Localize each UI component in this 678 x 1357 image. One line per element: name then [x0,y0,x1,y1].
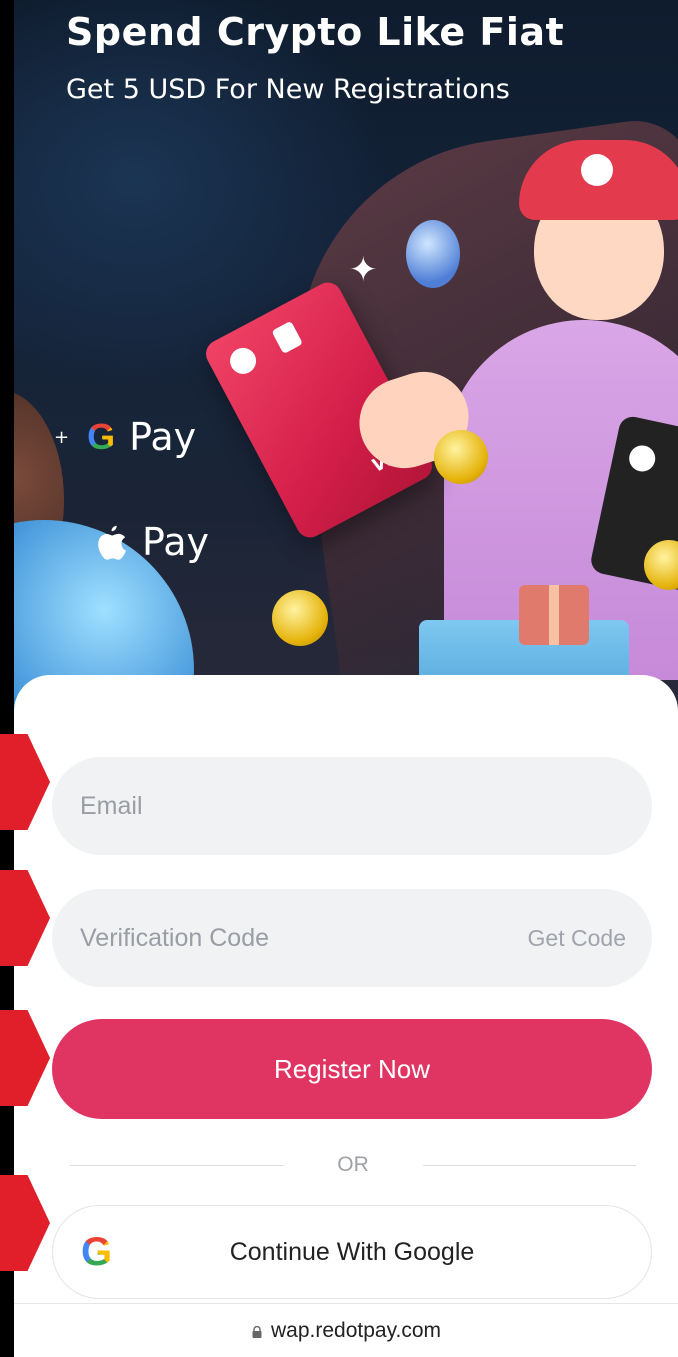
sparkle-icon: ✦ [349,250,378,290]
google-g-icon: G [87,416,116,457]
continue-with-google-button[interactable]: G Continue With Google [52,1205,652,1299]
google-pay-label: Pay [129,415,197,459]
verification-code-field[interactable]: Get Code [52,889,652,987]
app-screen: ✦ VISA Spend Crypto Like Fiat Get 5 USD … [14,0,678,1357]
browser-url-bar[interactable]: wap.redotpay.com [14,1303,678,1357]
page-title: Spend Crypto Like Fiat [66,10,565,54]
email-field[interactable] [52,757,652,855]
ethereum-coin-illustration [406,220,460,288]
lock-icon [252,1326,262,1338]
url-text: wap.redotpay.com [270,1319,442,1342]
promo-subtitle: Get 5 USD For New Registrations [66,74,510,105]
register-now-button[interactable]: Register Now [52,1019,652,1119]
coin-illustration [272,590,328,646]
divider-line [422,1164,636,1166]
divider-line [70,1164,284,1166]
apple-icon [98,525,126,560]
google-pay-badge: + G Pay [54,415,196,459]
email-input[interactable] [78,790,626,822]
registration-sheet: Get Code Register Now OR G Continue With… [14,675,678,1357]
google-g-icon: G [81,1230,113,1274]
gift-illustration [519,585,589,645]
verification-code-input[interactable] [78,922,528,954]
coin-illustration [434,430,488,484]
or-label: OR [337,1153,369,1176]
or-divider: OR [70,1145,636,1185]
apple-pay-label: Pay [142,520,209,564]
promo-banner: ✦ VISA Spend Crypto Like Fiat Get 5 USD … [14,0,678,720]
apple-pay-badge: Pay [94,520,209,564]
continue-with-google-label: Continue With Google [229,1237,475,1266]
get-code-button[interactable]: Get Code [528,925,626,952]
sparkle-icon: + [54,426,70,448]
